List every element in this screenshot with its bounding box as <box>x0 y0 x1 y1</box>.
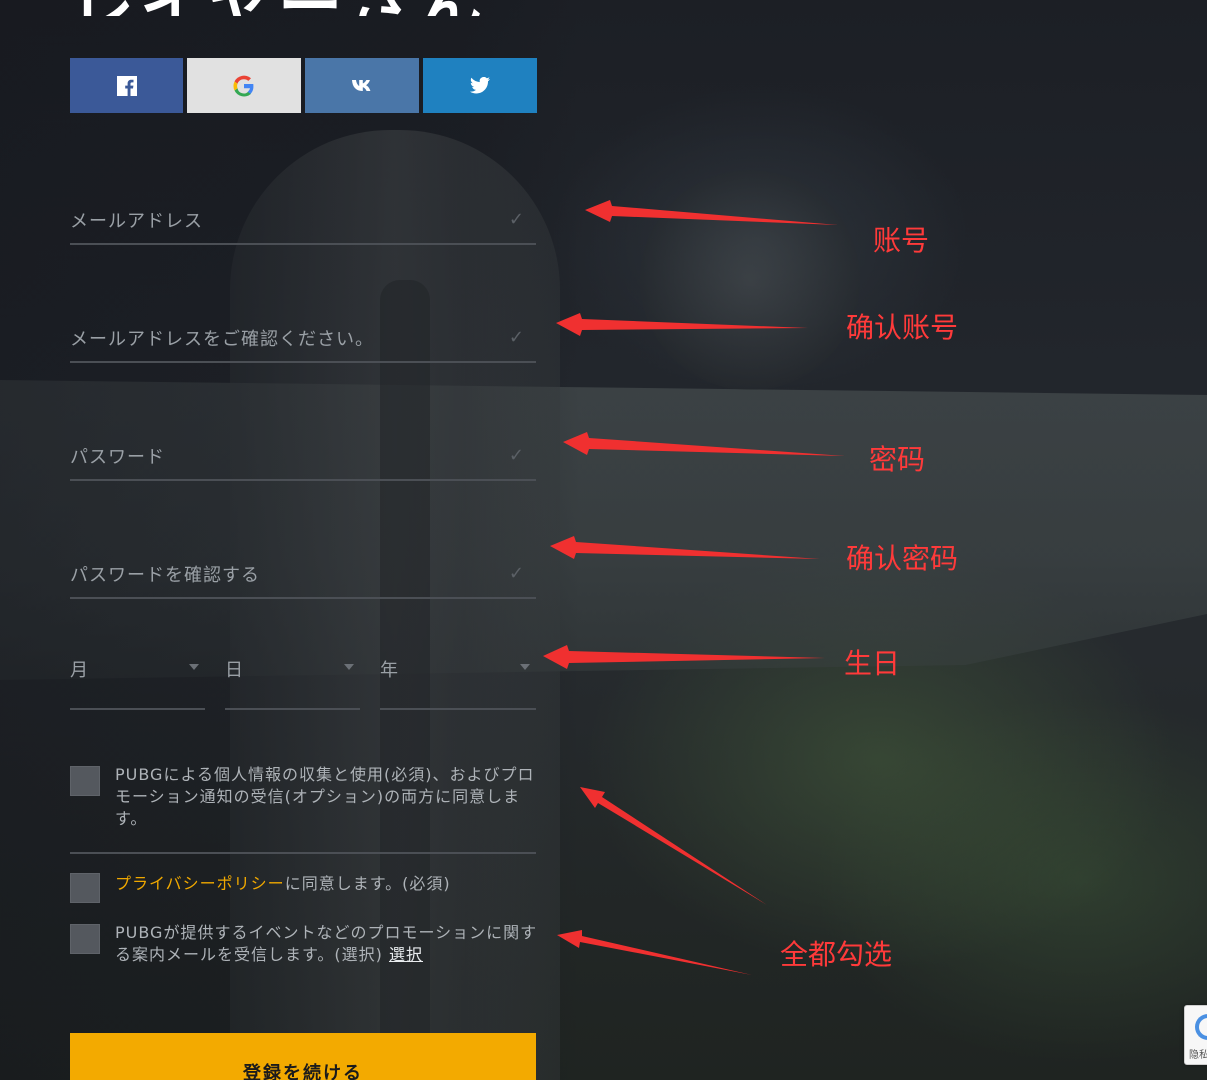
page-title: レイヤーさん <box>70 0 540 16</box>
vk-icon <box>352 79 371 91</box>
social-login-row <box>70 58 537 113</box>
facebook-login-button[interactable] <box>70 58 183 113</box>
email-confirm-field[interactable]: メールアドレスをご確認ください。 ✓ <box>70 303 536 363</box>
email-confirm-check-icon: ✓ <box>508 327 524 348</box>
promo-text: PUBGが提供するイベントなどのプロモーションに関する案内メールを受信します。(… <box>115 922 540 966</box>
annotation-confirm-account: 确认账号 <box>846 311 959 344</box>
email-placeholder: メールアドレス <box>70 211 203 232</box>
divider <box>70 852 536 854</box>
google-icon <box>233 75 255 96</box>
password-confirm-check-icon: ✓ <box>508 563 524 584</box>
annotation-birthday: 生日 <box>844 647 901 680</box>
twitter-login-button[interactable] <box>423 58 537 113</box>
chevron-down-icon <box>189 664 199 670</box>
privacy-checkbox[interactable] <box>70 873 100 903</box>
birth-day-label: 日 <box>225 660 243 681</box>
email-check-icon: ✓ <box>508 209 524 230</box>
password-field[interactable]: パスワード ✓ <box>70 421 536 481</box>
facebook-icon <box>116 75 137 96</box>
continue-registration-button[interactable]: 登録を続ける <box>70 1033 536 1080</box>
consent-text: PUBGによる個人情報の収集と使用(必須)、およびプロモーション通知の受信(オプ… <box>115 765 535 828</box>
recaptcha-badge[interactable]: 隐私权 <box>1184 1005 1207 1065</box>
password-confirm-placeholder: パスワードを確認する <box>70 565 260 586</box>
recaptcha-icon <box>1195 1014 1207 1040</box>
birth-month-label: 月 <box>70 660 88 681</box>
google-login-button[interactable] <box>187 58 301 113</box>
privacy-policy-link[interactable]: プライバシーポリシー <box>115 874 285 893</box>
chevron-down-icon <box>520 664 530 670</box>
promo-checkbox[interactable] <box>70 924 100 954</box>
promo-text-body: PUBGが提供するイベントなどのプロモーションに関する案内メールを受信します。(… <box>115 923 538 964</box>
recaptcha-privacy-text: 隐私权 <box>1189 1050 1207 1061</box>
password-confirm-field[interactable]: パスワードを確認する ✓ <box>70 539 536 599</box>
privacy-suffix: に同意します。(必須) <box>284 874 451 893</box>
background-plane-engine <box>640 170 860 390</box>
annotation-password: 密码 <box>869 443 926 476</box>
twitter-icon <box>470 77 490 94</box>
birth-year-select[interactable]: 年 <box>380 648 536 710</box>
birth-month-select[interactable]: 月 <box>70 648 205 710</box>
privacy-text: プライバシーポリシーに同意します。(必須) <box>115 873 535 895</box>
annotation-confirm-password: 确认密码 <box>846 542 959 575</box>
annotation-account: 账号 <box>873 224 930 257</box>
password-check-icon: ✓ <box>508 445 524 466</box>
email-field[interactable]: メールアドレス ✓ <box>70 185 536 245</box>
promo-select-link[interactable]: 選択 <box>389 945 423 964</box>
birth-year-label: 年 <box>380 660 398 681</box>
password-placeholder: パスワード <box>70 447 165 468</box>
chevron-down-icon <box>344 664 354 670</box>
vk-login-button[interactable] <box>305 58 419 113</box>
annotation-check-all: 全都勾选 <box>780 938 893 971</box>
birth-day-select[interactable]: 日 <box>225 648 360 710</box>
consent-checkbox[interactable] <box>70 766 100 796</box>
email-confirm-placeholder: メールアドレスをご確認ください。 <box>70 329 374 350</box>
